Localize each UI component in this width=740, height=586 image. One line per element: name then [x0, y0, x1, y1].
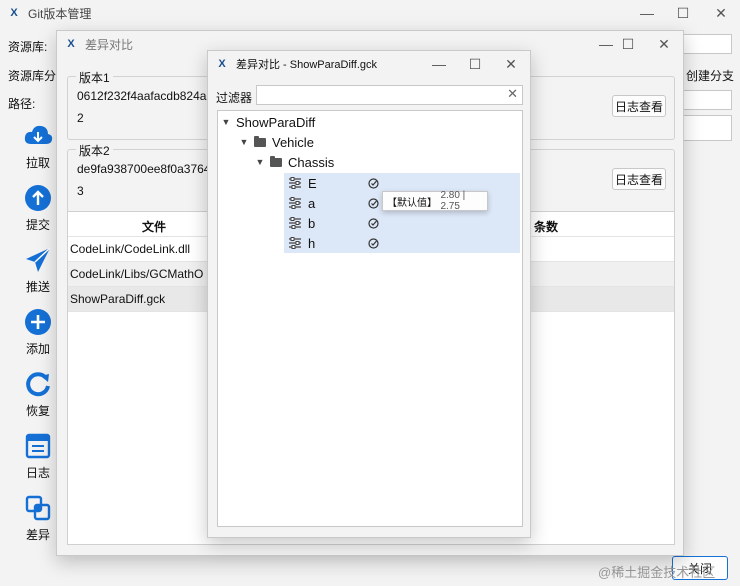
- restore-button[interactable]: 恢复: [18, 370, 58, 419]
- diff-button[interactable]: 差异: [18, 494, 58, 543]
- check-circle-icon: [368, 197, 379, 209]
- para-diff-window: X 差异对比 - ShowParaDiff.gck — ☐ ✕ 过滤器 ✕ ▼ …: [207, 50, 531, 538]
- check-circle-icon: [368, 217, 379, 229]
- tree-node-label: Chassis: [288, 154, 335, 170]
- commit-button[interactable]: 提交: [18, 184, 58, 233]
- log-button[interactable]: 日志: [18, 432, 58, 481]
- version1-label: 版本1: [76, 69, 113, 86]
- log-icon: [25, 433, 51, 459]
- diff-icon: [25, 495, 51, 521]
- add-icon: [25, 309, 51, 335]
- version2-hash: de9fa938700ee8f0a3764: [77, 162, 211, 176]
- path-label: 路径:: [8, 97, 36, 111]
- table-header-count[interactable]: 条数: [534, 218, 558, 235]
- diff-window-title: 差异对比: [85, 37, 134, 52]
- sliders-icon: [289, 217, 301, 229]
- table-cell-file: CodeLink/Libs/GCMathO: [70, 267, 204, 281]
- filter-input[interactable]: ✕: [256, 85, 523, 105]
- diff-label: 差异: [25, 528, 50, 542]
- value-tooltip: 【默认值】 2.80 | 2.75: [382, 190, 488, 212]
- clear-icon[interactable]: ✕: [507, 86, 518, 102]
- add-label: 添加: [25, 342, 50, 356]
- folder-icon: [254, 135, 266, 147]
- pull-button[interactable]: 拉取: [18, 122, 58, 171]
- right-panel: [682, 115, 732, 141]
- pull-label: 拉取: [25, 156, 50, 170]
- main-titlebar: X Git版本管理: [0, 0, 740, 26]
- push-label: 推送: [25, 280, 50, 294]
- repo-label: 资源库:: [8, 40, 48, 54]
- repo-input[interactable]: [682, 34, 732, 54]
- filter-label: 过滤器: [216, 91, 253, 105]
- minimize-icon[interactable]: —: [632, 0, 662, 26]
- create-branch-label[interactable]: 创建分支: [686, 67, 734, 84]
- send-icon: [26, 247, 51, 272]
- upload-icon: [25, 185, 51, 211]
- tooltip-values: 2.80 | 2.75: [440, 190, 466, 212]
- push-button[interactable]: 推送: [18, 246, 58, 295]
- tree-node-root[interactable]: ▼ ShowParaDiff: [220, 112, 316, 132]
- tree-node-label: ShowParaDiff: [236, 114, 316, 130]
- chevron-down-icon[interactable]: ▼: [220, 116, 232, 128]
- sliders-icon: [289, 237, 301, 249]
- tree-node-label: Vehicle: [272, 134, 314, 150]
- maximize-icon[interactable]: ☐: [613, 31, 643, 57]
- version2-label: 版本2: [76, 142, 113, 159]
- check-circle-icon: [368, 177, 379, 189]
- app-logo-icon: X: [10, 7, 18, 19]
- tree-node-param[interactable]: b: [284, 213, 520, 233]
- app-logo-icon: X: [218, 58, 226, 70]
- close-icon[interactable]: ✕: [649, 31, 679, 57]
- table-cell-file: CodeLink/CodeLink.dll: [70, 242, 191, 256]
- version2-number: 3: [77, 184, 84, 198]
- minimize-icon[interactable]: —: [424, 51, 454, 77]
- tree-node-vehicle[interactable]: ▼ Vehicle: [238, 132, 314, 152]
- param-name: h: [308, 235, 316, 251]
- path-input[interactable]: [682, 90, 732, 110]
- tooltip-tag: 【默认值】: [387, 197, 437, 209]
- version1-number: 2: [77, 111, 84, 125]
- maximize-icon[interactable]: ☐: [668, 0, 698, 26]
- version1-log-button[interactable]: 日志查看: [612, 95, 666, 117]
- param-tree: ▼ ShowParaDiff ▼ Vehicle ▼ Chassis E a b: [217, 110, 523, 527]
- tree-node-chassis[interactable]: ▼ Chassis: [254, 152, 335, 172]
- version1-hash: 0612f232f4aafacdb824a: [77, 89, 207, 103]
- log-label: 日志: [25, 466, 50, 480]
- sliders-icon: [289, 197, 301, 209]
- check-circle-icon: [368, 237, 379, 249]
- param-name: E: [308, 175, 317, 191]
- tree-node-param[interactable]: h: [284, 233, 520, 253]
- app-logo-icon: X: [67, 38, 75, 50]
- maximize-icon[interactable]: ☐: [460, 51, 490, 77]
- sliders-icon: [289, 177, 301, 189]
- para-window-title: 差异对比 - ShowParaDiff.gck: [236, 59, 378, 71]
- version2-log-button[interactable]: 日志查看: [612, 168, 666, 190]
- branch-label: 资源库分: [8, 69, 57, 83]
- param-name: a: [308, 195, 316, 211]
- chevron-down-icon[interactable]: ▼: [254, 156, 266, 168]
- main-window-title: Git版本管理: [28, 6, 92, 21]
- table-header-file[interactable]: 文件: [142, 218, 166, 235]
- close-icon[interactable]: ✕: [706, 0, 736, 26]
- table-cell-file: ShowParaDiff.gck: [70, 292, 166, 306]
- folder-icon: [270, 155, 282, 167]
- chevron-down-icon[interactable]: ▼: [238, 136, 250, 148]
- restore-label: 恢复: [25, 404, 50, 418]
- cloud-download-icon: [24, 125, 53, 144]
- restore-icon: [26, 372, 50, 397]
- close-icon[interactable]: ✕: [496, 51, 526, 77]
- add-button[interactable]: 添加: [18, 308, 58, 357]
- commit-label: 提交: [25, 218, 50, 232]
- watermark: @稀土掘金技术社区: [598, 565, 716, 580]
- param-name: b: [308, 215, 316, 231]
